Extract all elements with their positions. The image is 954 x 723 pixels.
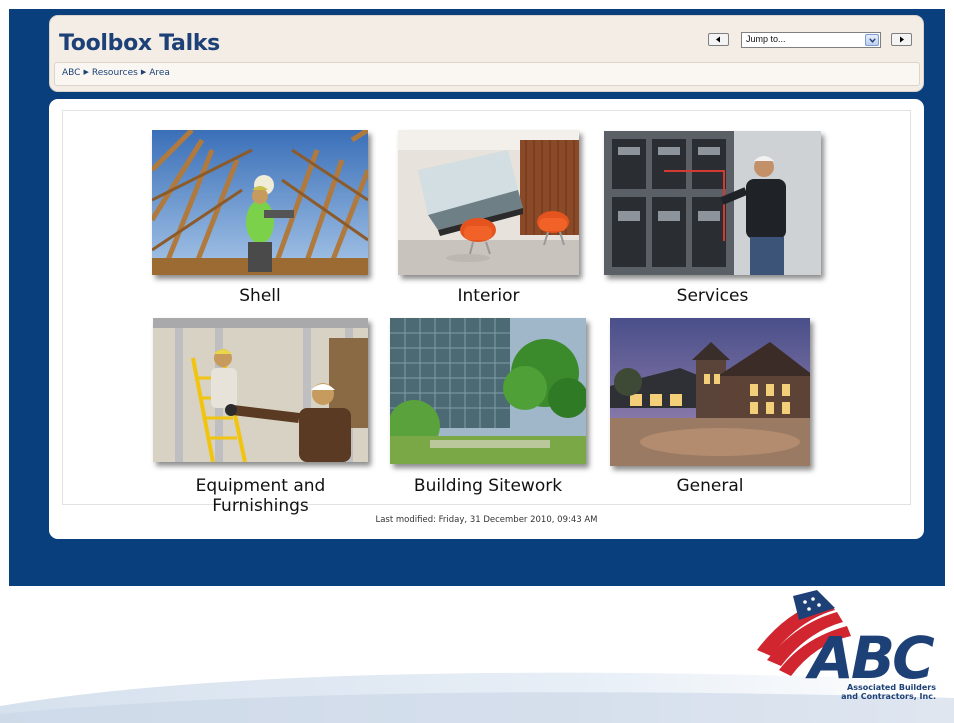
previous-activity-button[interactable] <box>708 33 729 46</box>
tile-equipment-and-furnishings[interactable]: Equipment and Furnishings <box>153 318 368 516</box>
next-activity-button[interactable] <box>891 33 912 46</box>
tile-label: Equipment and Furnishings <box>195 476 326 516</box>
building-sitework-photo <box>390 318 586 464</box>
last-modified-text: Last modified: Friday, 31 December 2010,… <box>375 515 598 525</box>
jump-to-select[interactable]: Jump to... <box>741 32 881 48</box>
page-title: Toolbox Talks <box>59 31 220 56</box>
tile-general[interactable]: General <box>610 318 810 498</box>
general-photo <box>610 318 810 466</box>
tile-label: Shell <box>239 286 281 306</box>
tile-shell[interactable]: Shell <box>152 130 368 310</box>
jump-to-selected-value: Jump to... <box>746 34 786 44</box>
breadcrumb-item-abc[interactable]: ABC <box>62 68 80 78</box>
abc-logo-text: ABC <box>805 624 934 692</box>
tile-interior[interactable]: Interior <box>398 130 579 310</box>
page-header: Toolbox Talks Jump to... ABC ▶ Resources ▶ A… <box>49 15 924 92</box>
breadcrumb-item-area: Area <box>149 68 170 78</box>
shell-photo <box>152 130 368 275</box>
right-arrow-icon <box>900 36 904 43</box>
left-arrow-icon <box>716 36 720 43</box>
tile-label: General <box>676 476 744 496</box>
tile-services[interactable]: Services <box>604 131 821 311</box>
dropdown-arrow-icon[interactable] <box>865 34 879 46</box>
services-photo <box>604 131 821 275</box>
abc-logo-tagline: Associated Builders and Contractors, Inc… <box>841 683 936 701</box>
slide: Toolbox Talks Jump to... ABC ▶ Resources ▶ A… <box>0 0 954 723</box>
breadcrumb-separator-icon: ▶ <box>140 68 147 76</box>
tile-label: Services <box>676 286 749 306</box>
equipment-and-furnishings-photo <box>153 318 368 462</box>
breadcrumb-bar: ABC ▶ Resources ▶ Area <box>54 62 920 86</box>
breadcrumb-item-resources[interactable]: Resources <box>92 68 138 78</box>
tile-building-sitework[interactable]: Building Sitework <box>390 318 586 498</box>
interior-photo <box>398 130 579 275</box>
breadcrumb: ABC ▶ Resources ▶ Area <box>62 68 170 78</box>
main-content-panel: Shell Interior Services Equipment and Fu… <box>49 99 924 539</box>
breadcrumb-separator-icon: ▶ <box>83 68 89 76</box>
tile-label: Interior <box>457 286 520 306</box>
tile-label: Building Sitework <box>413 476 563 496</box>
